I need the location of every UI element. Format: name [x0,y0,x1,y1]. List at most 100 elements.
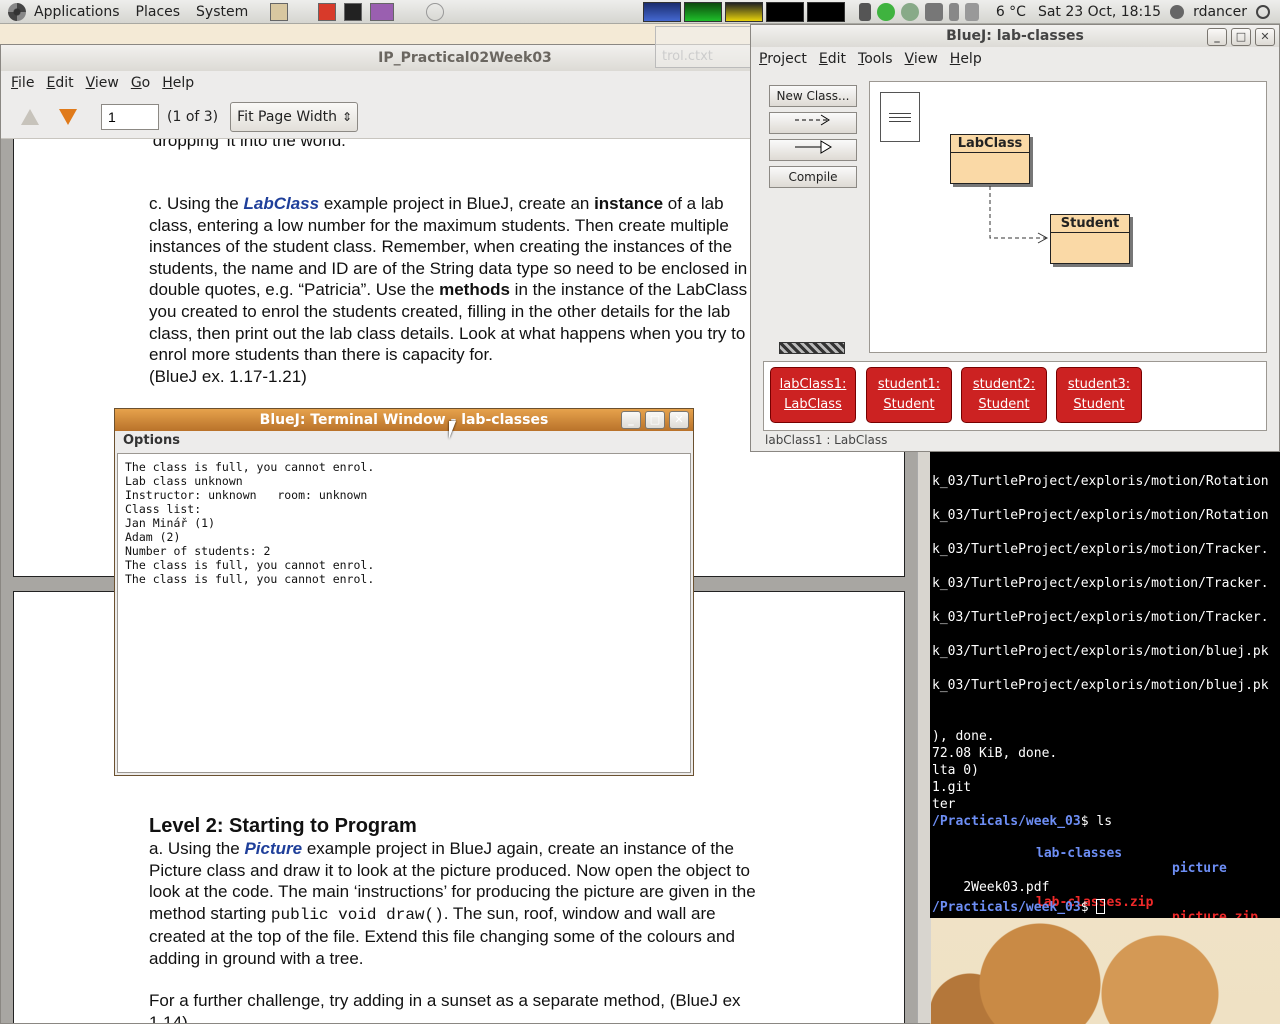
bluej-menubar: Project Edit Tools View Help [751,47,1279,71]
clock[interactable]: Sat 23 Oct, 18:15 [1038,4,1161,20]
previous-page-icon[interactable] [21,108,39,125]
object-name: student2: [972,377,1036,392]
object-name: labClass1: [779,377,847,392]
terminal-line: k_03/TurtleProject/exploris/motion/Rotat… [932,508,1269,523]
menu-edit[interactable]: Edit [813,51,852,67]
labclass-link-text: LabClass [243,194,320,213]
uses-arrow-button[interactable] [769,112,857,134]
places-menu[interactable]: Places [128,0,189,24]
close-icon[interactable]: ✕ [1255,28,1275,46]
menu-view[interactable]: View [899,51,944,67]
status-bar: labClass1 : LabClass [765,433,888,447]
object-student1[interactable]: student1: Student [866,367,952,423]
uses-dependency-arrow [989,186,1049,244]
window-title: BlueJ: lab-classes [946,28,1084,44]
bluetooth-icon[interactable] [948,2,959,21]
bold-instance: instance [594,194,664,213]
picture-link-text: Picture [244,839,303,858]
minimize-icon[interactable]: _ [1207,28,1227,46]
shell-terminal[interactable]: k_03/TurtleProject/exploris/motion/Rotat… [930,450,1280,918]
menu-go[interactable]: Go [125,75,156,91]
terminal-titlebar[interactable]: BlueJ: Terminal Window - lab-classes _ □… [115,409,693,431]
compile-button[interactable]: Compile [769,166,857,188]
network-status-icon[interactable] [900,2,919,21]
bluej-window: BlueJ: lab-classes _ □ ✕ Project Edit To… [750,24,1280,452]
ls-dir: picture [1172,861,1227,876]
menu-file[interactable]: File [5,75,40,91]
terminal-line: ter [932,797,956,812]
terminal-line: lta 0) [932,763,979,778]
gnome-foot-icon[interactable] [8,2,26,21]
prompt-command: $ [1080,900,1097,915]
object-student3[interactable]: student3: Student [1056,367,1142,423]
terminal-line: k_03/TurtleProject/exploris/motion/Track… [932,576,1269,591]
class-diagram[interactable]: LabClass Student [869,81,1267,353]
solid-arrow-icon [795,140,832,154]
prompt-command: $ ls [1080,814,1113,829]
menu-view[interactable]: View [80,75,125,91]
ls-file: 2Week03.pdf [963,880,1050,895]
object-labclass1[interactable]: labClass1: LabClass [770,367,856,423]
bluej-terminal-window: BlueJ: Terminal Window - lab-classes _ □… [114,408,694,776]
page-number-input[interactable] [101,103,159,130]
display-icon[interactable] [924,2,943,21]
menu-project[interactable]: Project [753,51,813,67]
maximize-icon[interactable]: □ [645,411,665,429]
terminal-line: k_03/TurtleProject/exploris/motion/Track… [932,610,1269,625]
applications-menu[interactable]: Applications [26,0,128,24]
plug-icon[interactable] [964,2,979,21]
window-title: BlueJ: Terminal Window - lab-classes [259,412,549,428]
menu-edit[interactable]: Edit [40,75,79,91]
close-icon[interactable]: ✕ [669,411,689,429]
minimize-icon[interactable]: _ [621,411,641,429]
object-name: student3: [1067,377,1131,392]
system-menu[interactable]: System [188,0,256,24]
network-monitor-icon [724,1,763,22]
level-2-heading: Level 2: Starting to Program [149,815,417,837]
maximize-icon[interactable]: □ [1231,28,1251,46]
terminal-line: k_03/TurtleProject/exploris/motion/Track… [932,542,1269,557]
text-cursor [1096,899,1106,914]
exercise-reference: (BlueJ ex. 1.17-1.21) [149,366,307,386]
network-3-icon[interactable] [426,2,445,21]
terminal-line: ), done. [932,729,995,744]
object-student2[interactable]: student2: Student [961,367,1047,423]
terminal-output[interactable]: The class is full, you cannot enrol. Lab… [117,453,691,773]
machine-activity-indicator [779,342,845,354]
pdf-launcher-icon[interactable] [318,2,337,21]
paragraph-a: a. Using the Picture example project in … [149,838,769,970]
faded-window[interactable]: trol.ctxt [655,26,755,68]
chat-icon[interactable] [1170,4,1185,19]
ls-zip: picture.zip [1172,910,1259,918]
top-panel: Applications Places System 6 °C Sat 23 O… [0,0,1280,24]
menu-tools[interactable]: Tools [852,51,899,67]
bluej-titlebar[interactable]: BlueJ: lab-classes _ □ ✕ [751,25,1279,47]
paragraph-c: c. Using the LabClass example project in… [149,193,769,387]
new-class-button[interactable]: New Class... [769,85,857,107]
bluej-launcher-icon[interactable] [370,2,395,21]
kde-icon[interactable] [858,2,871,21]
window-controls: _ □ ✕ [621,411,689,429]
options-menu[interactable]: Options [115,431,693,451]
terminal-line: 1.git [932,780,972,795]
notes-launcher-icon[interactable] [270,2,289,21]
menu-help[interactable]: Help [156,75,200,91]
page-count-label: (1 of 3) [167,108,219,125]
object-type: Student [883,397,935,412]
weather-label[interactable]: 6 °C [996,4,1026,20]
zoom-select[interactable]: Fit Page Width [230,101,359,132]
username-label[interactable]: rdancer [1193,4,1247,20]
terminal-launcher-icon[interactable] [344,2,363,21]
text-span: c. Using the [149,194,244,213]
terminal-line: /Practicals/week_03$ ls [932,814,1112,829]
inheritance-arrow-button[interactable] [769,139,857,161]
update-ok-icon[interactable] [876,2,895,21]
bold-methods: methods [439,280,510,300]
paragraph-challenge: For a further challenge, try adding in a… [149,991,741,1023]
menu-help[interactable]: Help [944,51,988,67]
text-span: example project in BlueJ, create an [319,194,595,213]
power-icon[interactable] [1256,4,1270,19]
code-span: public void draw() [270,905,444,924]
object-type: LabClass [784,397,842,412]
next-page-icon[interactable] [59,108,77,125]
